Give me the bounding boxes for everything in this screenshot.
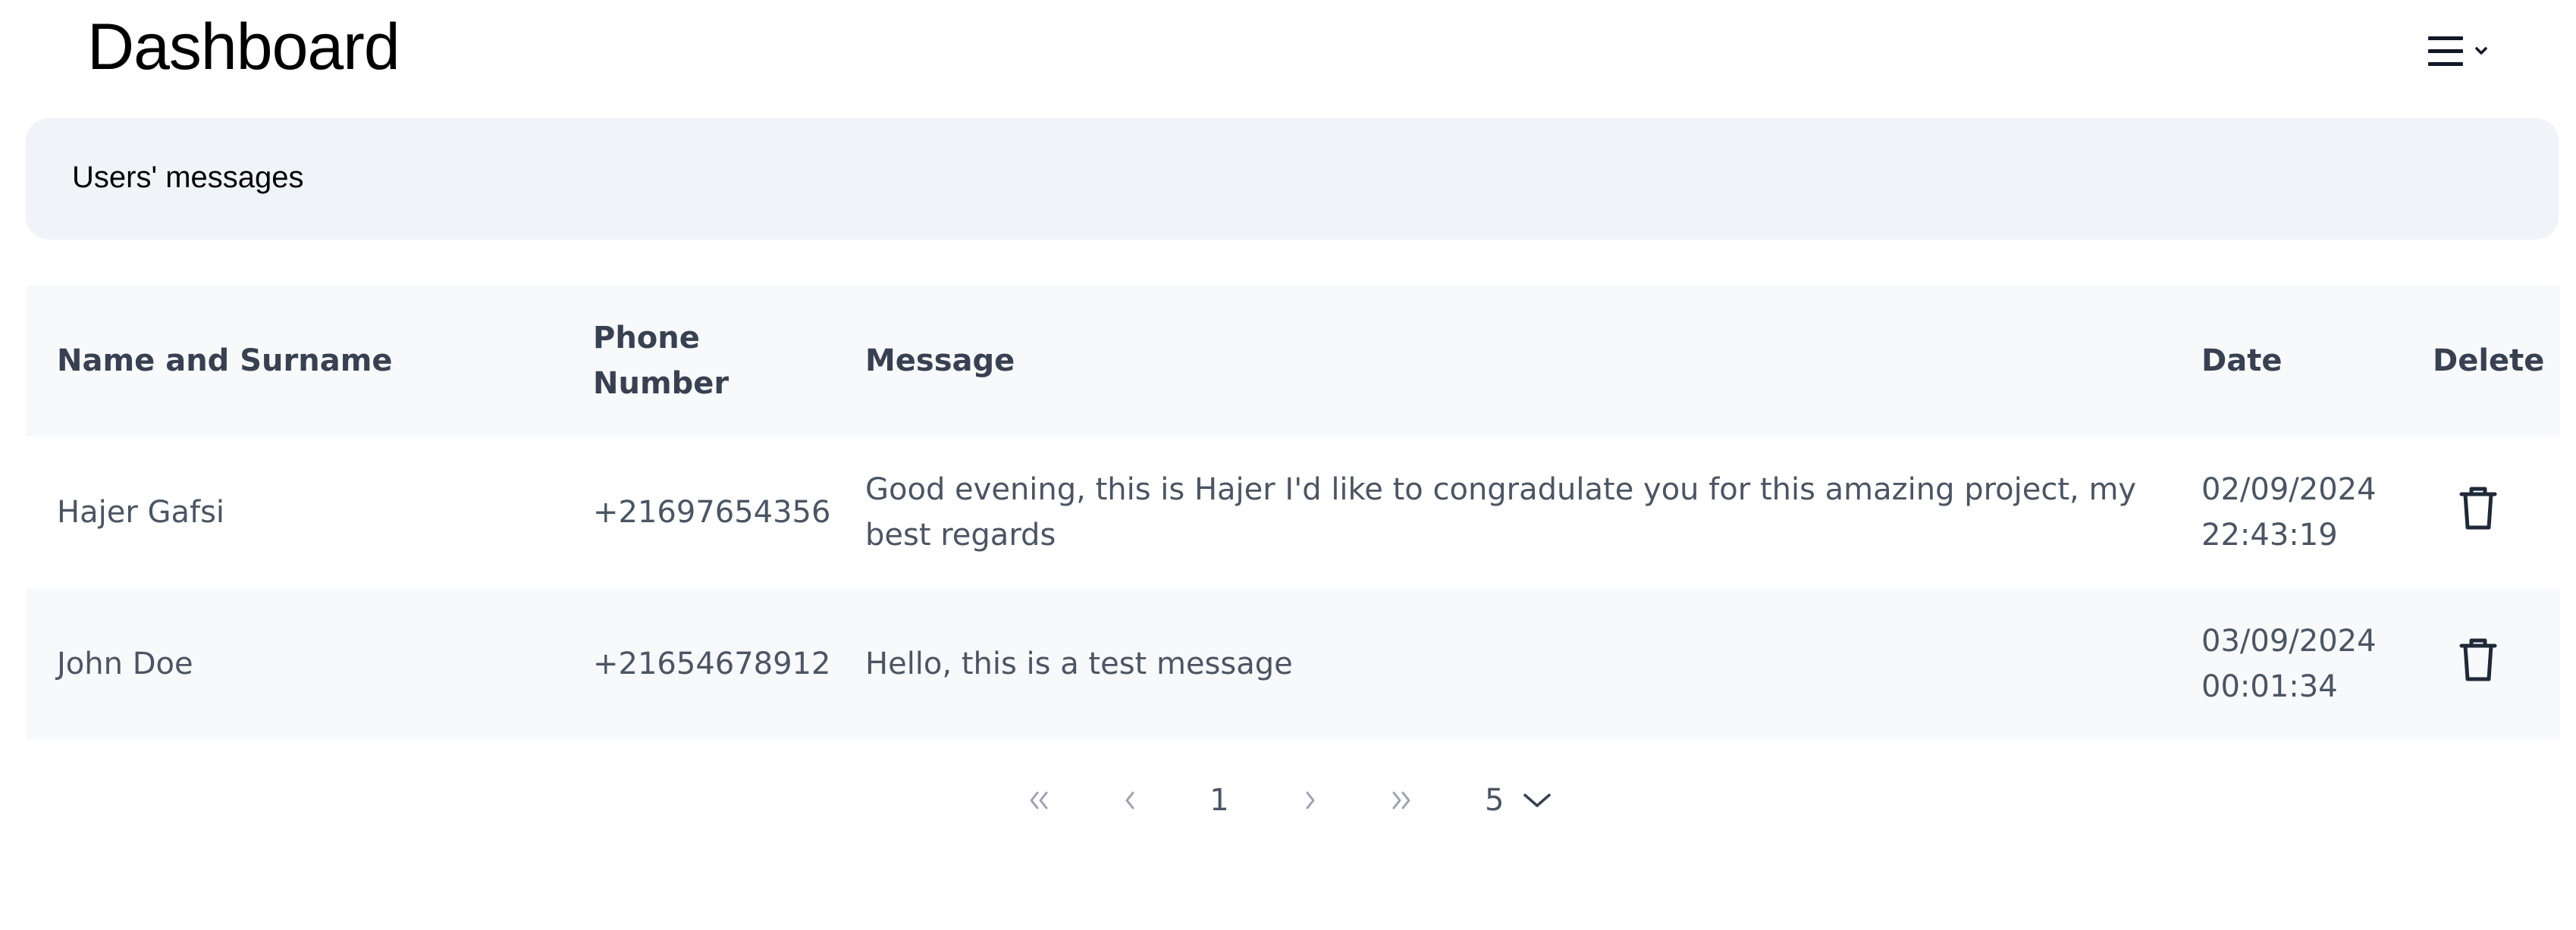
menu-button[interactable]	[2425, 29, 2501, 74]
top-bar: Dashboard	[0, 0, 2576, 99]
cell-name: Hajer Gafsi	[57, 495, 225, 530]
cell-name: John Doe	[57, 647, 193, 681]
cell-phone: +21697654356	[593, 495, 831, 530]
column-header-delete: Delete	[2433, 343, 2545, 378]
current-page[interactable]: 1	[1197, 773, 1242, 828]
chevron-right-icon	[1306, 791, 1315, 809]
cell-date: 03/09/2024 00:01:34	[2201, 624, 2377, 704]
cell-message: Good evening, this is Hajer I'd like to …	[865, 472, 2137, 553]
column-header-message[interactable]: Message	[865, 285, 2185, 437]
column-header-name[interactable]: Name and Surname	[57, 285, 557, 437]
section-banner: Users' messages	[26, 118, 2559, 240]
column-header-date[interactable]: Date	[2201, 285, 2399, 437]
page-title: Dashboard	[87, 11, 400, 83]
table-row: John Doe +21654678912 Hello, this is a t…	[26, 588, 2560, 740]
chevron-left-icon	[1125, 791, 1134, 809]
cell-message: Hello, this is a test message	[865, 647, 1293, 681]
column-header-phone[interactable]: Phone Number	[593, 285, 820, 437]
last-page-button[interactable]	[1379, 773, 1424, 828]
next-page-button[interactable]	[1288, 773, 1333, 828]
page-size-select[interactable]: 5	[1471, 773, 1570, 828]
previous-page-button[interactable]	[1107, 773, 1153, 828]
double-chevron-right-icon	[1392, 791, 1410, 809]
delete-cell	[2433, 437, 2554, 588]
page-size-value: 5	[1485, 783, 1504, 818]
trash-icon[interactable]	[2458, 637, 2498, 682]
double-chevron-left-icon	[1030, 791, 1048, 809]
chevron-down-icon	[2475, 47, 2487, 55]
hamburger-icon	[2428, 36, 2463, 66]
table-header-row: Name and Surname Phone Number Message Da…	[26, 285, 2560, 437]
cell-date: 02/09/2024 22:43:19	[2201, 472, 2377, 553]
cell-phone: +21654678912	[593, 647, 831, 681]
delete-cell	[2433, 588, 2554, 740]
section-title: Users' messages	[72, 161, 304, 194]
messages-table: Name and Surname Phone Number Message Da…	[26, 285, 2560, 740]
table-row: Hajer Gafsi +21697654356 Good evening, t…	[26, 437, 2560, 588]
trash-icon[interactable]	[2458, 485, 2498, 531]
chevron-down-icon	[1523, 794, 1552, 807]
first-page-button[interactable]	[1016, 773, 1062, 828]
pagination: 1 5	[0, 773, 2576, 828]
